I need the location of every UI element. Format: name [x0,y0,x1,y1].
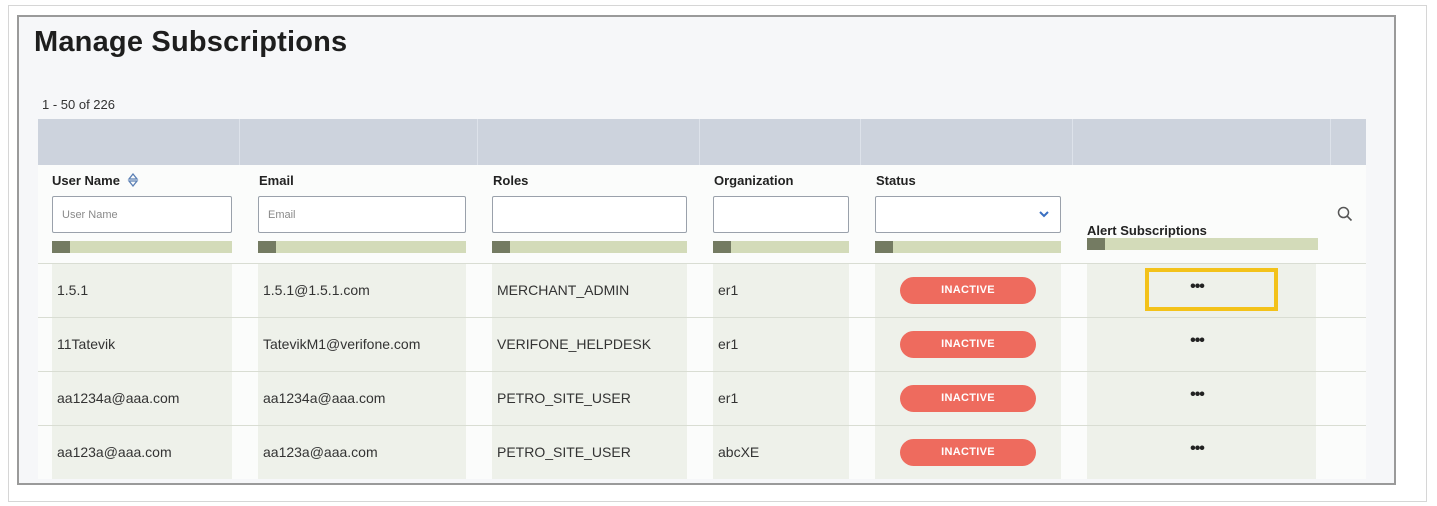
column-resize-bar[interactable] [713,241,849,253]
resize-handle[interactable] [492,241,510,253]
search-icon[interactable] [1336,205,1354,223]
manage-subscriptions-panel: Manage Subscriptions 1 - 50 of 226 User … [17,15,1396,485]
email-cell: TatevikM1@verifone.com [258,318,466,371]
column-header-status: Status [876,173,916,188]
column-header-alert-subscriptions: Alert Subscriptions [1087,223,1207,238]
column-header-email: Email [259,173,294,188]
column-header-user-name[interactable]: User Name [52,173,120,188]
user-name-cell: 1.5.1 [52,264,232,317]
role-cell: MERCHANT_ADMIN [492,264,687,317]
user-name-cell: 11Tatevik [52,318,232,371]
resize-handle[interactable] [52,241,70,253]
more-actions-button[interactable]: ••• [1182,372,1212,425]
more-actions-button[interactable]: ••• [1182,318,1212,371]
alert-subscriptions-cell: ••• [1087,318,1316,371]
alert-subscriptions-cell: ••• [1087,264,1316,317]
column-resize-bar[interactable] [492,241,687,253]
sort-icon[interactable] [127,173,139,187]
table-row[interactable]: 11Tatevik TatevikM1@verifone.com VERIFON… [38,317,1366,371]
email-cell: aa1234a@aaa.com [258,372,466,425]
record-count: 1 - 50 of 226 [42,97,115,112]
column-resize-bar[interactable] [1087,238,1318,250]
role-cell: VERIFONE_HELPDESK [492,318,687,371]
column-resize-bar[interactable] [258,241,466,253]
roles-filter-input[interactable] [492,196,687,233]
column-header-roles: Roles [493,173,529,188]
user-name-filter-input[interactable] [52,196,232,233]
status-badge: INACTIVE [900,277,1036,304]
role-cell: PETRO_SITE_USER [492,372,687,425]
more-actions-button[interactable]: ••• [1182,264,1212,317]
user-name-cell: aa1234a@aaa.com [52,372,232,425]
role-cell: PETRO_SITE_USER [492,426,687,479]
table-row[interactable]: 1.5.1 1.5.1@1.5.1.com MERCHANT_ADMIN er1… [38,263,1366,317]
organization-cell: abcXE [713,426,849,479]
column-resize-bar[interactable] [875,241,1061,253]
status-badge: INACTIVE [900,331,1036,358]
status-cell: INACTIVE [875,264,1061,317]
email-cell: 1.5.1@1.5.1.com [258,264,466,317]
table-header-band [38,119,1366,165]
resize-handle[interactable] [1087,238,1105,250]
organization-filter-input[interactable] [713,196,849,233]
resize-handle[interactable] [713,241,731,253]
status-badge: INACTIVE [900,439,1036,466]
user-name-cell: aa123a@aaa.com [52,426,232,479]
email-filter-input[interactable] [258,196,466,233]
status-filter-select[interactable] [875,196,1061,233]
table-row[interactable]: aa123a@aaa.com aa123a@aaa.com PETRO_SITE… [38,425,1366,479]
organization-cell: er1 [713,372,849,425]
chevron-down-icon [1039,211,1049,218]
column-resize-bar[interactable] [52,241,232,253]
more-actions-button[interactable]: ••• [1182,426,1212,479]
status-cell: INACTIVE [875,318,1061,371]
alert-subscriptions-cell: ••• [1087,426,1316,479]
organization-cell: er1 [713,264,849,317]
resize-handle[interactable] [875,241,893,253]
status-cell: INACTIVE [875,372,1061,425]
column-header-organization: Organization [714,173,794,188]
resize-handle[interactable] [258,241,276,253]
status-cell: INACTIVE [875,426,1061,479]
alert-subscriptions-cell: ••• [1087,372,1316,425]
table-row[interactable]: aa1234a@aaa.com aa1234a@aaa.com PETRO_SI… [38,371,1366,425]
email-cell: aa123a@aaa.com [258,426,466,479]
organization-cell: er1 [713,318,849,371]
status-badge: INACTIVE [900,385,1036,412]
page-title: Manage Subscriptions [34,26,348,58]
